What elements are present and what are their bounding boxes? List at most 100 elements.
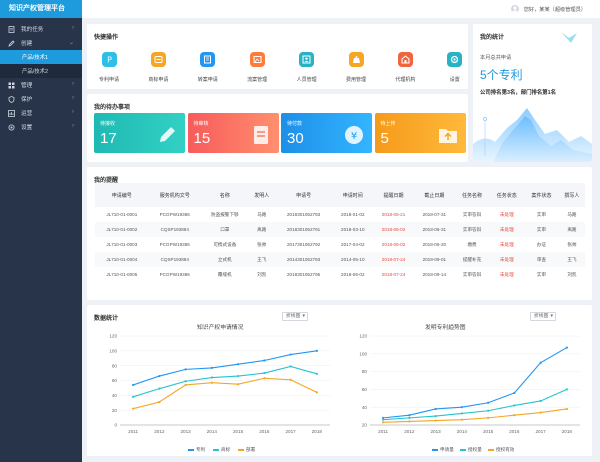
table-row[interactable]: JL710-01-0001 PCGPW19386 防盗报警下够 马路 201830105… [95, 207, 585, 222]
column-header[interactable]: 发明人 [248, 183, 275, 207]
column-header[interactable]: 撰写人 [558, 183, 585, 207]
x-tick-label: 2016 [509, 429, 520, 434]
table-cell: 2014-05-10 [332, 252, 374, 267]
stats-illustration [473, 32, 592, 162]
quick-action-label: 转案申请 [197, 77, 218, 83]
table-row[interactable]: JL710-01-0004 CQSP193884 立式机 王飞 201430105279… [95, 252, 585, 267]
x-tick-label: 2011 [128, 429, 138, 434]
legend-label: 申请量 [440, 446, 454, 453]
sidebar-item-protect[interactable]: 保护 › [0, 92, 82, 106]
table-cell: 2018-07-24 [381, 272, 406, 277]
data-point [237, 374, 240, 378]
data-point [184, 383, 187, 387]
table-cell: 实审答辩 [454, 222, 490, 237]
quick-action-fee-manage[interactable]: 费用管理 [336, 52, 376, 83]
sidebar-subitem-product2[interactable]: 产品/技术2 [0, 64, 82, 78]
data-point [158, 387, 161, 390]
column-header[interactable]: 服务机构文号 [148, 183, 201, 207]
table-cell: 2018-01-02 [341, 212, 365, 217]
column-header[interactable]: 任务名称 [454, 183, 490, 207]
table-cell: JL710-01-0002 [95, 222, 149, 237]
table-cell: JL710-01-0003 [106, 242, 138, 247]
sidebar-item-create[interactable]: 创建 ⌄ [0, 36, 82, 50]
data-point [565, 388, 568, 391]
data-point [434, 419, 437, 422]
quick-action-flow-manage[interactable]: 流案管理 [237, 52, 277, 83]
table-cell: 王飞 [558, 252, 585, 267]
column-header[interactable]: 截止日期 [413, 183, 455, 207]
document-icon [250, 124, 272, 146]
table-cell: 实审答辩 [462, 211, 482, 217]
legend-label: 商标 [221, 446, 231, 453]
data-point [565, 346, 568, 349]
data-point [263, 377, 266, 380]
quick-action-settings[interactable]: 设置 [435, 52, 475, 83]
todo-label: 待接收 [100, 121, 116, 127]
sidebar-item-settings[interactable]: 设置 › [0, 120, 82, 134]
chevron-right-icon: › [72, 95, 74, 101]
data-stats-title: 数据统计 [94, 316, 119, 322]
table-row[interactable]: JL710-01-0003 PCGPW19386 可携式设备 张帅 2017301052… [95, 237, 585, 252]
column-header[interactable]: 申请号 [274, 183, 333, 207]
y-tick-label: 20 [112, 408, 118, 413]
x-tick-label: 2015 [233, 429, 244, 434]
series-line [383, 408, 567, 423]
quick-action-transfer-apply[interactable]: 转案申请 [188, 52, 228, 83]
column-header[interactable]: 任务状态 [489, 183, 525, 207]
quick-actions-title: 快捷操作 [94, 35, 119, 41]
todo-count: 17 [100, 130, 117, 147]
user-menu[interactable]: 您好，某某（超级管理员） [510, 5, 586, 13]
sidebar-item-tasks[interactable]: 我的任务 › [0, 22, 82, 36]
data-point [565, 407, 568, 411]
todo-count: 30 [287, 130, 304, 147]
table-cell: 2018301052795 [286, 272, 321, 277]
series-line [132, 377, 318, 410]
patent-icon: P [101, 52, 117, 67]
legend-swatch [188, 449, 194, 451]
sidebar-item-label: 管理 [21, 83, 33, 89]
column-header[interactable]: 申请时间 [332, 183, 374, 207]
todo-tile-to-pay[interactable]: 待付款 30 ¥ [281, 113, 372, 153]
yen-icon: ¥ [343, 124, 365, 146]
x-tick-label: 2011 [378, 429, 388, 434]
table-cell: 未处理 [499, 211, 514, 217]
y-tick-label: 60 [112, 378, 118, 383]
quick-action-staff-manage[interactable]: 人员管理 [287, 52, 327, 83]
gear-icon [8, 124, 15, 131]
series-line [132, 365, 318, 398]
todo-tile-to-upload[interactable]: 待上传 5 [374, 113, 466, 153]
shield-icon [8, 95, 15, 103]
data-point [513, 414, 516, 417]
table-cell: JL710-01-0001 [106, 212, 138, 217]
table-cell: 张帅 [567, 241, 577, 247]
column-header[interactable]: 提醒日期 [373, 183, 414, 207]
chart1-type-dropdown[interactable]: 折线图 [282, 312, 308, 321]
legend-swatch [488, 449, 494, 451]
todo-count: 15 [193, 130, 211, 147]
sidebar: 知识产权管理平台 我的任务 › 创建 ⌄ 产品/技术1 产品/技术2 管理 › … [0, 0, 82, 462]
quick-action-trademark-apply[interactable]: 商标申请 [138, 52, 178, 83]
column-header[interactable]: 名称 [200, 183, 249, 207]
column-header[interactable]: 申请编号 [95, 183, 149, 207]
quick-action-patent-apply[interactable]: P 专利申请 [89, 52, 129, 83]
sidebar-item-operate[interactable]: 运营 › [0, 106, 82, 120]
table-row[interactable]: JL710-01-0005 PCGPW19386 覆缝机 刘凯 201830105279… [95, 267, 585, 282]
table-cell: 2018-06-31 [413, 222, 455, 237]
x-tick-label: 2012 [154, 429, 165, 434]
column-header[interactable]: 案件状态 [524, 183, 559, 207]
chart2-type-dropdown[interactable]: 折线图 [530, 312, 556, 321]
todo-tile-to-receive[interactable]: 待接收 17 [94, 113, 185, 153]
y-tick-label: 40 [362, 405, 368, 410]
x-tick-label: 2018 [562, 429, 573, 434]
table-cell: 2018-03-10 [332, 222, 374, 237]
data-point [315, 391, 318, 394]
sidebar-item-manage[interactable]: 管理 › [0, 78, 82, 92]
todo-tile-to-review[interactable]: 待审核 15 [187, 113, 279, 153]
quick-action-agency[interactable]: 代理机构 [385, 52, 425, 83]
table-row[interactable]: JL710-01-0002 CQSP193884 口罩 离路 2018301052791… [95, 222, 585, 237]
data-point [315, 349, 318, 352]
money-bag-icon [348, 52, 364, 67]
table-cell: 刘凯 [567, 271, 577, 277]
sidebar-subitem-product1[interactable]: 产品/技术1 [0, 50, 82, 64]
sidebar-item-label: 创建 [21, 41, 33, 47]
